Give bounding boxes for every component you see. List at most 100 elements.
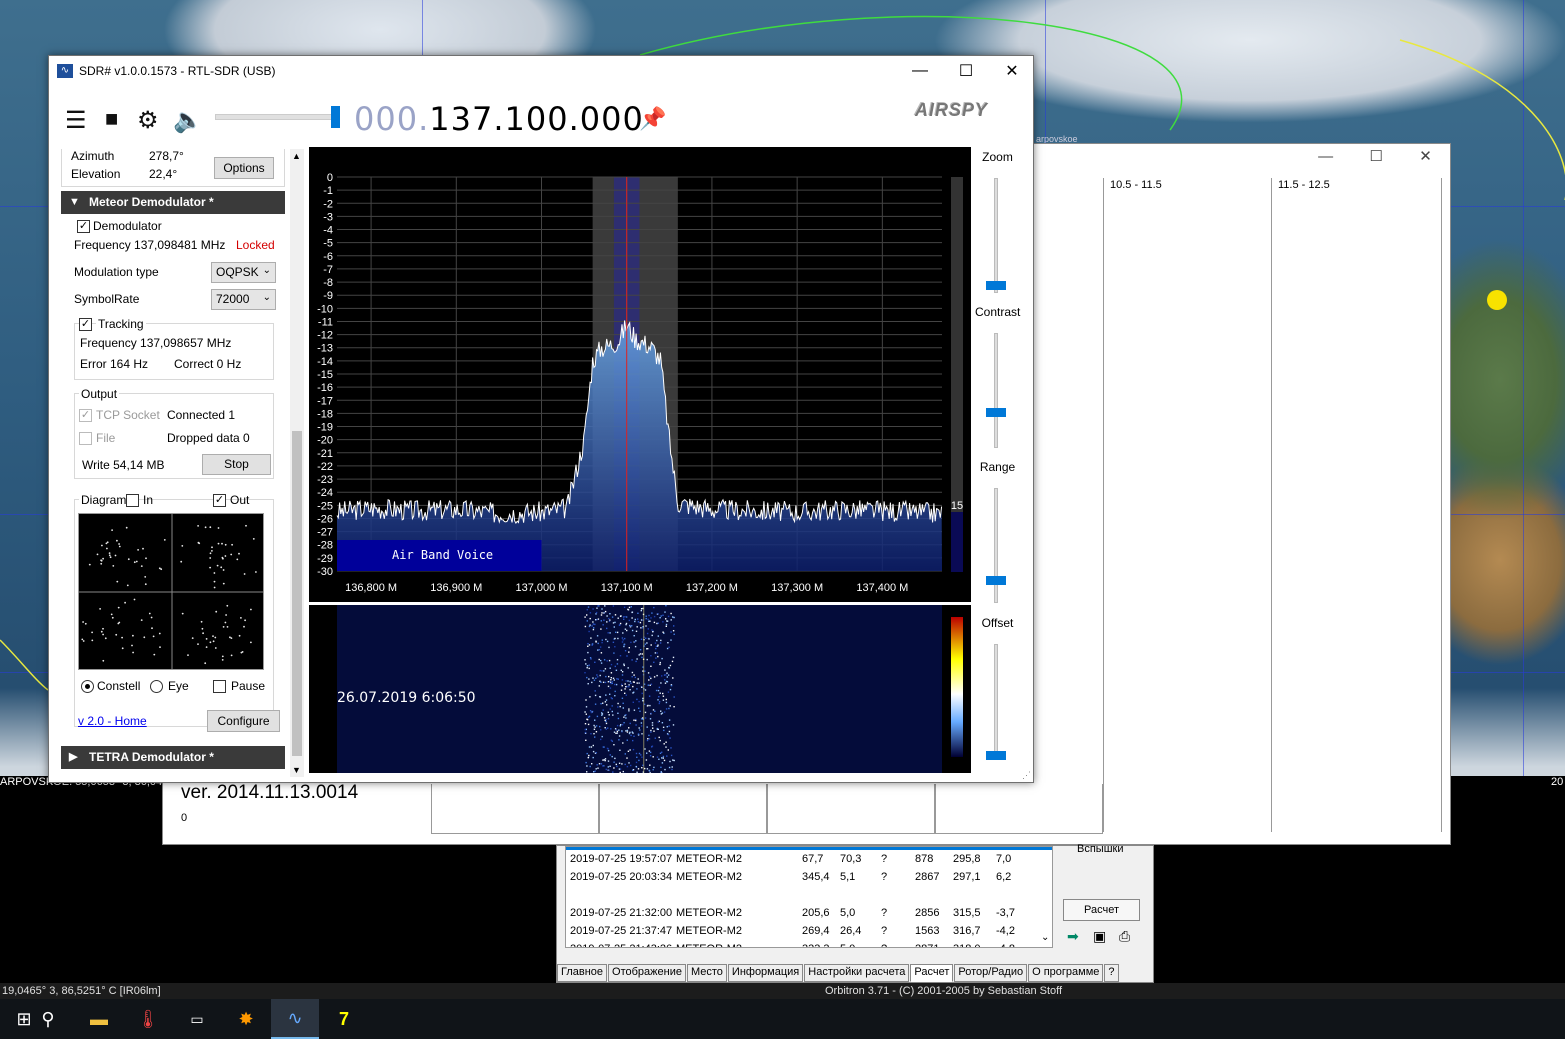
tab-0[interactable]: Главное <box>557 964 608 982</box>
tcp-socket-checkbox[interactable]: ✓ <box>79 409 92 422</box>
offset-slider[interactable] <box>994 644 998 759</box>
waterfall-pixel <box>668 766 671 769</box>
waterfall-pixel <box>598 649 601 651</box>
waterfall-pixel <box>666 672 668 674</box>
tab-6[interactable]: Ротор/Радио <box>954 964 1028 982</box>
constell-radio[interactable] <box>81 680 94 693</box>
constellation-point <box>201 627 204 630</box>
tab-8[interactable]: ? <box>1104 964 1119 982</box>
symbolrate-select[interactable]: 72000 ⌄ <box>211 289 276 310</box>
pass-table[interactable]: 2019-07-25 19:57:07 METEOR-M2 67,7 70,3? 878… <box>565 846 1053 948</box>
minimize-icon[interactable]: — <box>1318 148 1333 165</box>
waterfall-pixel <box>669 664 672 667</box>
out-checkbox[interactable]: ✓ <box>213 494 226 507</box>
demodulator-checkbox[interactable]: ✓ <box>77 220 90 233</box>
contrast-slider-thumb[interactable] <box>986 408 1006 417</box>
volume-slider[interactable] <box>215 114 340 120</box>
modulation-select[interactable]: OQPSK ⌄ <box>211 262 276 283</box>
scroll-down-icon[interactable]: ▼ <box>292 765 301 775</box>
configure-button[interactable]: Configure <box>207 710 280 732</box>
waterfall-pixel <box>613 652 615 654</box>
waterfall-pixel <box>670 612 672 615</box>
maximize-icon[interactable]: ☐ <box>943 56 989 86</box>
contrast-slider[interactable] <box>994 333 998 448</box>
resize-grip-icon[interactable]: ⋰ <box>1022 770 1031 781</box>
scroll-up-icon[interactable]: ▲ <box>292 151 301 161</box>
waterfall-pixel <box>633 641 636 643</box>
tab-1[interactable]: Отображение <box>608 964 686 982</box>
waterfall-pixel <box>640 718 643 720</box>
tracking-checkbox[interactable]: ✓ <box>79 318 92 331</box>
waterfall-pixel <box>611 705 613 707</box>
table-cell: ? <box>881 925 888 937</box>
minimize-icon[interactable]: — <box>897 56 943 86</box>
file-explorer-icon[interactable]: ▬ <box>75 999 123 1039</box>
in-checkbox[interactable] <box>126 494 139 507</box>
sdrsharp-icon[interactable]: ∿ <box>271 999 319 1039</box>
waterfall-pixel <box>640 619 643 621</box>
spectrum-analyzer[interactable]: 0 -1 -2 -3 -4 -5 -6 -7 -8 -9 -10 -11 -12 -13 -14 -15 -16… <box>309 147 971 602</box>
waterfall-pixel <box>638 700 640 703</box>
menu-icon[interactable]: ☰ <box>65 106 87 135</box>
constellation-point <box>220 566 223 569</box>
burst-app-icon[interactable]: ✸ <box>222 999 270 1039</box>
options-button[interactable]: Options <box>214 157 274 179</box>
range-slider-thumb[interactable] <box>986 576 1006 585</box>
y-tick-label: -21 <box>317 448 333 460</box>
eye-radio[interactable] <box>150 680 163 693</box>
zoom-slider[interactable] <box>994 178 998 293</box>
offset-slider-thumb[interactable] <box>986 751 1006 760</box>
waterfall-pixel <box>654 737 656 739</box>
gear-icon[interactable]: ⚙ <box>137 106 159 135</box>
volume-slider-thumb[interactable] <box>331 106 340 128</box>
arrow-right-icon[interactable]: ➡ <box>1067 928 1079 945</box>
connected-status: Connected 1 <box>167 408 236 422</box>
close-icon[interactable]: ✕ <box>989 56 1035 86</box>
stop-icon[interactable]: ■ <box>105 106 118 132</box>
tab-4[interactable]: Настройки расчета <box>804 964 910 982</box>
waterfall-pixel <box>601 612 603 614</box>
waterfall-pixel <box>595 677 597 679</box>
tetra-demodulator-header[interactable]: ▶ TETRA Demodulator * <box>61 746 285 769</box>
panel-scrollbar-thumb[interactable] <box>292 431 302 756</box>
pause-checkbox[interactable] <box>213 680 226 693</box>
stop-button[interactable]: Stop <box>202 454 271 475</box>
out-label: Out <box>230 493 250 507</box>
tab-5[interactable]: Расчет <box>910 964 954 982</box>
frequency-display[interactable]: 000.137.100.000 <box>354 100 644 138</box>
tab-3[interactable]: Информация <box>727 964 804 982</box>
waterfall-pixel <box>594 690 596 692</box>
table-cell: METEOR-M2 <box>676 907 742 919</box>
search-icon[interactable]: ⚲ <box>24 999 72 1039</box>
terminal-icon[interactable]: ▭ <box>173 999 221 1039</box>
home-link[interactable]: v 2.0 - Home <box>78 714 147 728</box>
waterfall-pixel <box>588 746 591 748</box>
waterfall-pixel <box>605 728 607 730</box>
chevron-down-icon[interactable]: ⌄ <box>1041 932 1049 943</box>
pin-icon[interactable]: 📌 <box>639 106 666 132</box>
waterfall-pixel <box>595 725 598 727</box>
close-icon[interactable]: ✕ <box>1419 147 1432 165</box>
seven-zip-icon[interactable]: 7 <box>320 999 368 1039</box>
file-checkbox[interactable] <box>79 432 92 445</box>
maximize-icon[interactable]: ☐ <box>1369 147 1382 165</box>
waterfall-display[interactable]: 26.07.2019 6:06:50 <box>309 605 971 775</box>
print-icon[interactable]: ⎙ <box>1119 928 1130 945</box>
waterfall-pixel <box>628 710 630 712</box>
waterfall-pixel <box>609 680 611 683</box>
zoom-slider-thumb[interactable] <box>986 281 1006 290</box>
waterfall-pixel <box>648 679 650 681</box>
azimuth-label: Azimuth <box>71 149 115 163</box>
version-sub: 0 <box>181 812 188 824</box>
tab-2[interactable]: Место <box>686 964 727 982</box>
thermometer-icon[interactable]: 🌡 <box>124 999 172 1039</box>
table-cell: 295,8 <box>953 853 981 865</box>
range-slider[interactable] <box>994 488 998 603</box>
meteor-demodulator-header[interactable]: ▼ Meteor Demodulator * <box>61 191 285 214</box>
calculate-button[interactable]: Расчет <box>1063 899 1140 921</box>
speaker-icon[interactable]: 🔈 <box>173 106 203 135</box>
tab-7[interactable]: О программе <box>1028 964 1104 982</box>
constellation-point <box>213 572 216 574</box>
save-icon[interactable]: ▣ <box>1093 928 1106 945</box>
waterfall-pixel <box>631 625 633 627</box>
